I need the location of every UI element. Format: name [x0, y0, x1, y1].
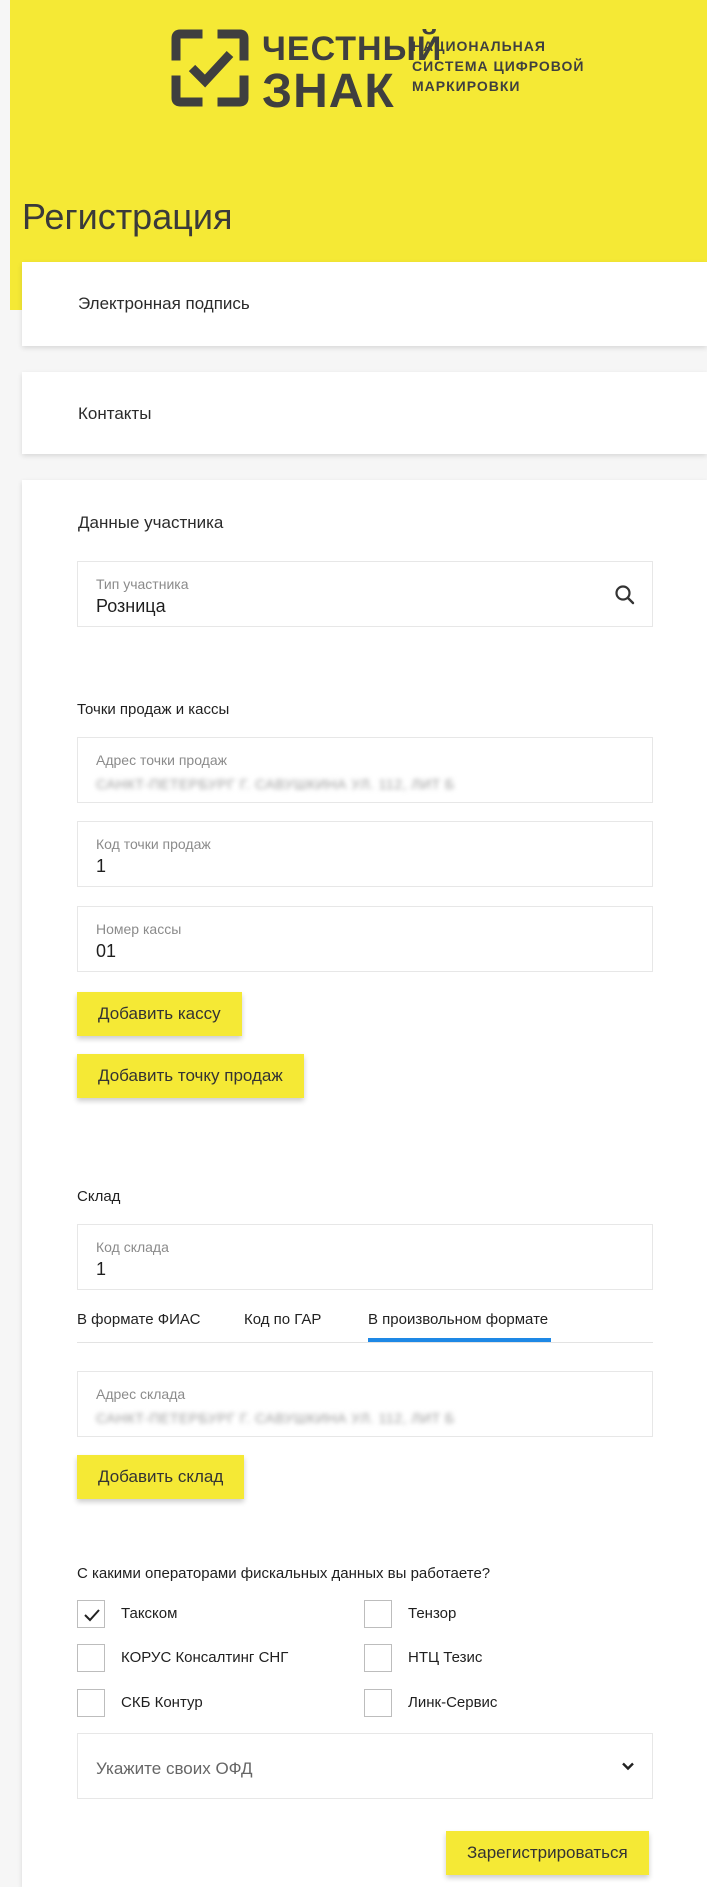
- tab-free-format[interactable]: В произвольном формате: [368, 1311, 548, 1328]
- ofd-checkbox-tensor[interactable]: [364, 1600, 392, 1628]
- register-button[interactable]: Зарегистрироваться: [446, 1831, 649, 1875]
- sales-points-heading: Точки продаж и кассы: [77, 701, 230, 718]
- participant-section-title: Данные участника: [78, 513, 224, 532]
- warehouse-heading: Склад: [77, 1188, 121, 1205]
- register-number-label: Номер кассы: [96, 921, 182, 937]
- register-number-field[interactable]: Номер кассы 01: [77, 906, 653, 972]
- ofd-option-label[interactable]: Такском: [121, 1605, 177, 1622]
- sales-point-address-value: САНКТ-ПЕТЕРБУРГ Г. САВУШКИНА УЛ. 112, ЛИ…: [96, 776, 455, 792]
- warehouse-code-field[interactable]: Код склада 1: [77, 1224, 653, 1290]
- ofd-select[interactable]: Укажите своих ОФД: [77, 1733, 653, 1799]
- add-register-button[interactable]: Добавить кассу: [77, 992, 242, 1036]
- ofd-question: С какими операторами фискальных данных в…: [77, 1565, 491, 1582]
- ofd-option-label[interactable]: Тензор: [408, 1605, 456, 1622]
- ofd-checkbox-tezis[interactable]: [364, 1644, 392, 1672]
- logo-tagline-2: СИСТЕМА ЦИФРОВОЙ: [412, 58, 585, 74]
- ofd-checkbox-korus[interactable]: [77, 1644, 105, 1672]
- logo-tagline-3: МАРКИРОВКИ: [412, 78, 521, 94]
- sales-point-code-label: Код точки продаж: [96, 836, 211, 852]
- participant-type-label: Тип участника: [96, 576, 189, 592]
- signature-section-title[interactable]: Электронная подпись: [78, 294, 250, 314]
- participant-section: Данные участника: [22, 480, 707, 1887]
- warehouse-code-value: 1: [96, 1259, 107, 1279]
- warehouse-address-label: Адрес склада: [96, 1386, 186, 1402]
- ofd-checkbox-taxcom[interactable]: [77, 1600, 105, 1628]
- ofd-option-label[interactable]: НТЦ Тезис: [408, 1649, 482, 1666]
- ofd-checkbox-kontur[interactable]: [77, 1689, 105, 1717]
- warehouse-address-field[interactable]: Адрес склада САНКТ-ПЕТЕРБУРГ Г. САВУШКИН…: [77, 1371, 653, 1437]
- sales-point-address-label: Адрес точки продаж: [96, 752, 227, 768]
- sales-point-code-field[interactable]: Код точки продаж 1: [77, 821, 653, 887]
- ofd-option-label[interactable]: КОРУС Консалтинг СНГ: [121, 1649, 288, 1666]
- ofd-select-placeholder: Укажите своих ОФД: [96, 1759, 253, 1778]
- tab-fias[interactable]: В формате ФИАС: [77, 1311, 200, 1328]
- logo-tagline: НАЦИОНАЛЬНАЯ СИСТЕМА ЦИФРОВОЙ МАРКИРОВКИ: [412, 36, 584, 96]
- sales-point-address-field[interactable]: Адрес точки продаж САНКТ-ПЕТЕРБУРГ Г. СА…: [77, 737, 653, 803]
- search-icon[interactable]: [614, 584, 636, 606]
- warehouse-address-value: САНКТ-ПЕТЕРБУРГ Г. САВУШКИНА УЛ. 112, ЛИ…: [96, 1410, 455, 1426]
- participant-type-field[interactable]: Тип участника Розница: [77, 561, 653, 627]
- brand-logo: ЧЕСТНЫЙ ЗНАК НАЦИОНАЛЬНАЯ СИСТЕМА ЦИФРОВ…: [170, 28, 590, 116]
- checkmark-icon: [84, 1609, 100, 1622]
- tab-gar[interactable]: Код по ГАР: [244, 1311, 321, 1328]
- chevron-down-icon[interactable]: [620, 1758, 636, 1774]
- register-number-value: 01: [96, 941, 117, 961]
- ofd-option-label[interactable]: СКБ Контур: [121, 1694, 203, 1711]
- signature-section[interactable]: Электронная подпись: [22, 262, 707, 346]
- ofd-checkbox-link-service[interactable]: [364, 1689, 392, 1717]
- warehouse-code-label: Код склада: [96, 1239, 169, 1255]
- logo-mark-icon: [171, 29, 249, 107]
- contacts-section-title[interactable]: Контакты: [78, 404, 151, 424]
- add-warehouse-button[interactable]: Добавить склад: [77, 1455, 245, 1499]
- page-title: Регистрация: [22, 196, 233, 237]
- add-sales-point-button[interactable]: Добавить точку продаж: [77, 1054, 304, 1098]
- address-format-tabs: В формате ФИАС Код по ГАР В произвольном…: [77, 1305, 653, 1343]
- active-tab-indicator: [368, 1338, 551, 1342]
- participant-type-value: Розница: [96, 596, 166, 616]
- logo-tagline-1: НАЦИОНАЛЬНАЯ: [412, 38, 546, 54]
- contacts-section[interactable]: Контакты: [22, 372, 707, 454]
- sales-point-code-value: 1: [96, 856, 107, 876]
- ofd-option-label[interactable]: Линк-Сервис: [408, 1694, 497, 1711]
